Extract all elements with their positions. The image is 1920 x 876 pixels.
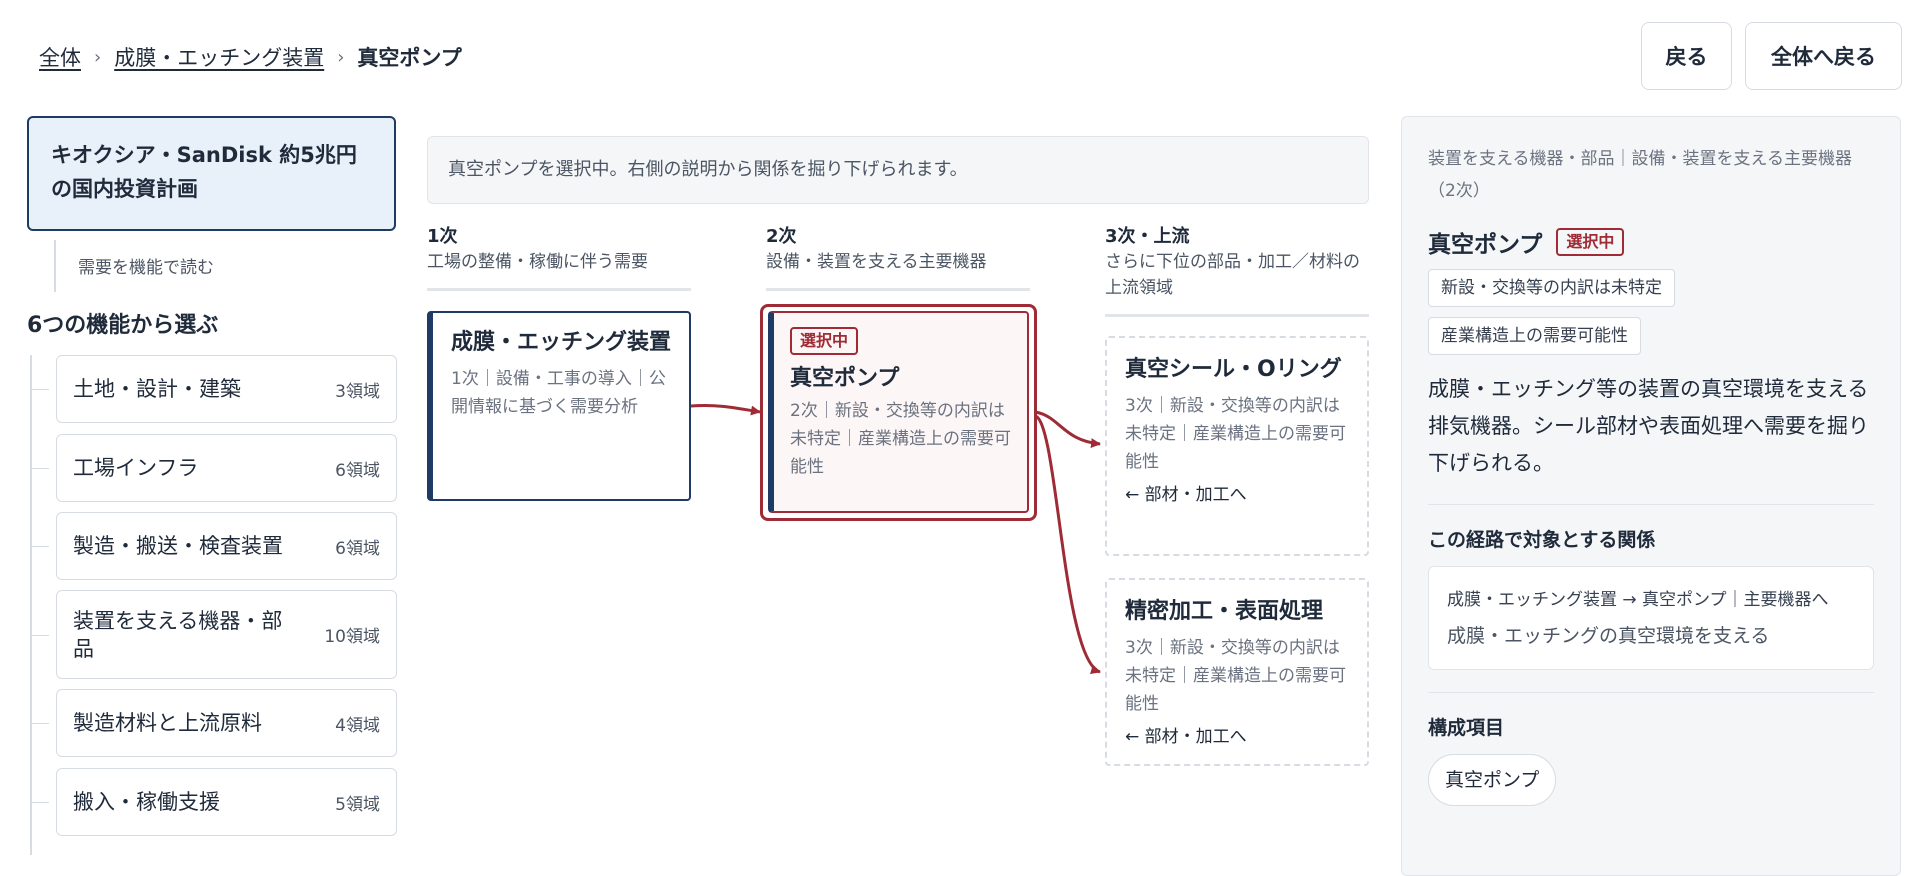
arrow-right-icon (690, 403, 761, 416)
node-title: 成膜・エッチング装置 (451, 330, 672, 355)
detail-description: 成膜・エッチング等の装置の真空環境を支える排気機器。シール部材や表面処理へ需要を… (1428, 377, 1869, 475)
relation-box: 成膜・エッチング装置 → 真空ポンプ｜主要機器へ 成膜・エッチングの真空環境を支… (1428, 566, 1874, 670)
arrow-right-icon (1034, 414, 1101, 675)
drill-down-link[interactable]: ← 部材・加工へ (1125, 482, 1349, 508)
node-level1-deposition-etching[interactable]: 成膜・エッチング装置 1次｜設備・工事の導入｜公開情報に基づく需要分析 (427, 311, 691, 501)
detail-tag: 産業構造上の需要可能性 (1428, 317, 1641, 355)
detail-panel: 装置を支える機器・部品｜設備・装置を支える主要機器（2次） 真空ポンプ 選択中 … (1401, 116, 1901, 876)
node-desc: 3次｜新設・交換等の内訳は未特定｜産業構造上の需要可能性 (1125, 396, 1346, 472)
node-desc: 2次｜新設・交換等の内訳は未特定｜産業構造上の需要可能性 (790, 401, 1011, 477)
detail-category: 装置を支える機器・部品｜設備・装置を支える主要機器（2次） (1428, 149, 1852, 201)
detail-title-row: 真空ポンプ 選択中 (1428, 225, 1874, 259)
selected-badge: 選択中 (1556, 228, 1625, 256)
node-title: 真空シール・Oリング (1125, 357, 1342, 382)
component-pill[interactable]: 真空ポンプ (1428, 754, 1557, 806)
node-title: 真空ポンプ (790, 366, 900, 391)
selected-badge: 選択中 (790, 327, 859, 355)
drill-down-link[interactable]: ← 部材・加工へ (1125, 724, 1349, 750)
node-level2-vacuum-pump[interactable]: 選択中 真空ポンプ 2次｜新設・交換等の内訳は未特定｜産業構造上の需要可能性 (768, 311, 1029, 513)
node-level3-vacuum-seal[interactable]: 真空シール・Oリング 3次｜新設・交換等の内訳は未特定｜産業構造上の需要可能性 … (1105, 336, 1369, 556)
relation-path: 成膜・エッチング装置 → 真空ポンプ｜主要機器へ (1447, 590, 1829, 610)
components-heading: 構成項目 (1428, 717, 1505, 739)
detail-title: 真空ポンプ (1428, 232, 1543, 258)
node-desc: 3次｜新設・交換等の内訳は未特定｜産業構造上の需要可能性 (1125, 638, 1346, 714)
node-level3-precision-processing[interactable]: 精密加工・表面処理 3次｜新設・交換等の内訳は未特定｜産業構造上の需要可能性 ←… (1105, 578, 1369, 766)
relation-desc: 成膜・エッチングの真空環境を支える (1447, 625, 1770, 647)
node-title: 精密加工・表面処理 (1125, 599, 1324, 624)
detail-tag: 新設・交換等の内訳は未特定 (1428, 269, 1675, 307)
divider (1428, 692, 1874, 693)
relation-heading: この経路で対象とする関係 (1428, 529, 1656, 551)
node-desc: 1次｜設備・工事の導入｜公開情報に基づく需要分析 (451, 369, 666, 417)
divider (1428, 504, 1874, 505)
